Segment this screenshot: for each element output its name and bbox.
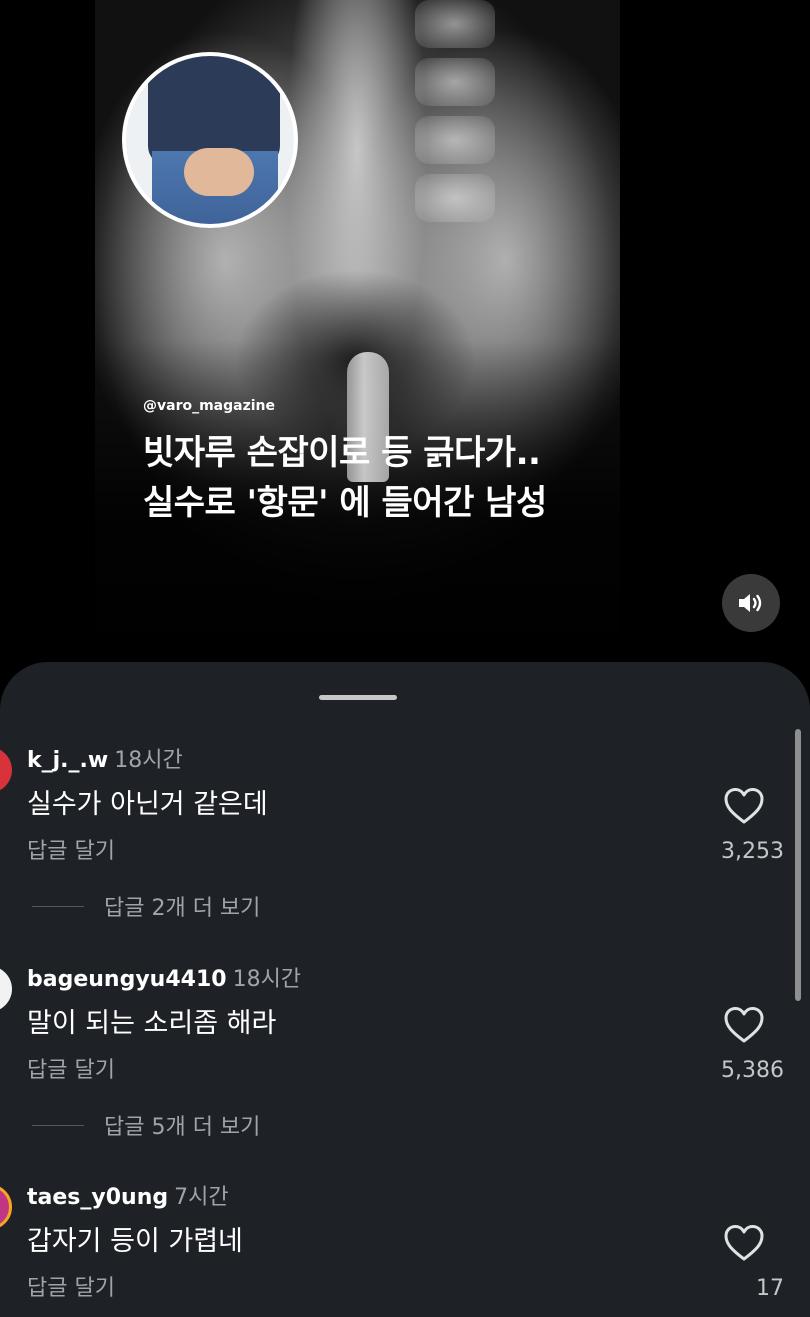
username[interactable]: bageungyu4410: [27, 967, 227, 992]
comment-text: 실수가 아닌거 같은데: [27, 789, 268, 820]
vertebra: [415, 58, 495, 106]
reply-button[interactable]: 답글 달기: [27, 837, 115, 867]
avatar[interactable]: [0, 966, 12, 1012]
source-handle: @varo_magazine: [143, 398, 276, 414]
divider: [32, 905, 84, 907]
divider: [32, 1124, 84, 1126]
username[interactable]: taes_y0ung: [27, 1185, 168, 1210]
reply-button[interactable]: 답글 달기: [27, 1274, 115, 1304]
screen: @varo_magazine 빗자루 손잡이로 등 긁다가.. 실수로 '항문'…: [0, 0, 810, 1317]
inset-photo: [122, 52, 298, 228]
heart-icon[interactable]: [723, 1006, 765, 1044]
vertebra: [415, 0, 495, 48]
view-replies-button[interactable]: 답글 2개 더 보기: [32, 891, 260, 921]
view-replies-label: 답글 2개 더 보기: [104, 896, 261, 921]
avatar[interactable]: [0, 1184, 12, 1230]
timestamp: 7시간: [174, 1185, 229, 1210]
comment-meta: bageungyu4410 18시간: [27, 966, 301, 994]
video-player[interactable]: @varo_magazine 빗자루 손잡이로 등 긁다가.. 실수로 '항문'…: [0, 0, 810, 690]
like-count: 5,386: [721, 1058, 784, 1083]
reply-button[interactable]: 답글 달기: [27, 1056, 115, 1086]
view-replies-label: 답글 5개 더 보기: [104, 1115, 261, 1140]
sound-button[interactable]: [722, 574, 780, 632]
comment-text: 말이 되는 소리좀 해라: [27, 1008, 277, 1039]
vertebra: [415, 116, 495, 164]
timestamp: 18시간: [114, 748, 183, 773]
like-count: 3,253: [721, 839, 784, 864]
comment-meta: taes_y0ung 7시간: [27, 1184, 229, 1212]
sheet-grabber[interactable]: [319, 695, 397, 700]
view-replies-button[interactable]: 답글 5개 더 보기: [32, 1110, 260, 1140]
username[interactable]: k_j._.w: [27, 748, 108, 773]
scrollbar[interactable]: [795, 729, 801, 1001]
heart-icon[interactable]: [723, 787, 765, 825]
comment-meta: k_j._.w 18시간: [27, 747, 183, 775]
spine-shape: [415, 0, 495, 300]
comment-text: 갑자기 등이 가렵네: [27, 1226, 243, 1257]
headline-line-2: 실수로 '항문' 에 들어간 남성: [143, 483, 547, 523]
avatar[interactable]: [0, 747, 12, 793]
timestamp: 18시간: [232, 967, 302, 992]
comments-sheet: k_j._.w 18시간 실수가 아닌거 같은데 답글 달기 답글 2개 더 보기…: [0, 662, 810, 1317]
like-count: 17: [756, 1276, 784, 1301]
heart-icon[interactable]: [723, 1224, 765, 1262]
headline-line-1: 빗자루 손잡이로 등 긁다가..: [143, 433, 541, 473]
vertebra: [415, 174, 495, 222]
inset-hands: [184, 148, 254, 196]
speaker-icon: [739, 594, 762, 612]
post-headline: 빗자루 손잡이로 등 긁다가.. 실수로 '항문' 에 들어간 남성: [143, 428, 663, 528]
